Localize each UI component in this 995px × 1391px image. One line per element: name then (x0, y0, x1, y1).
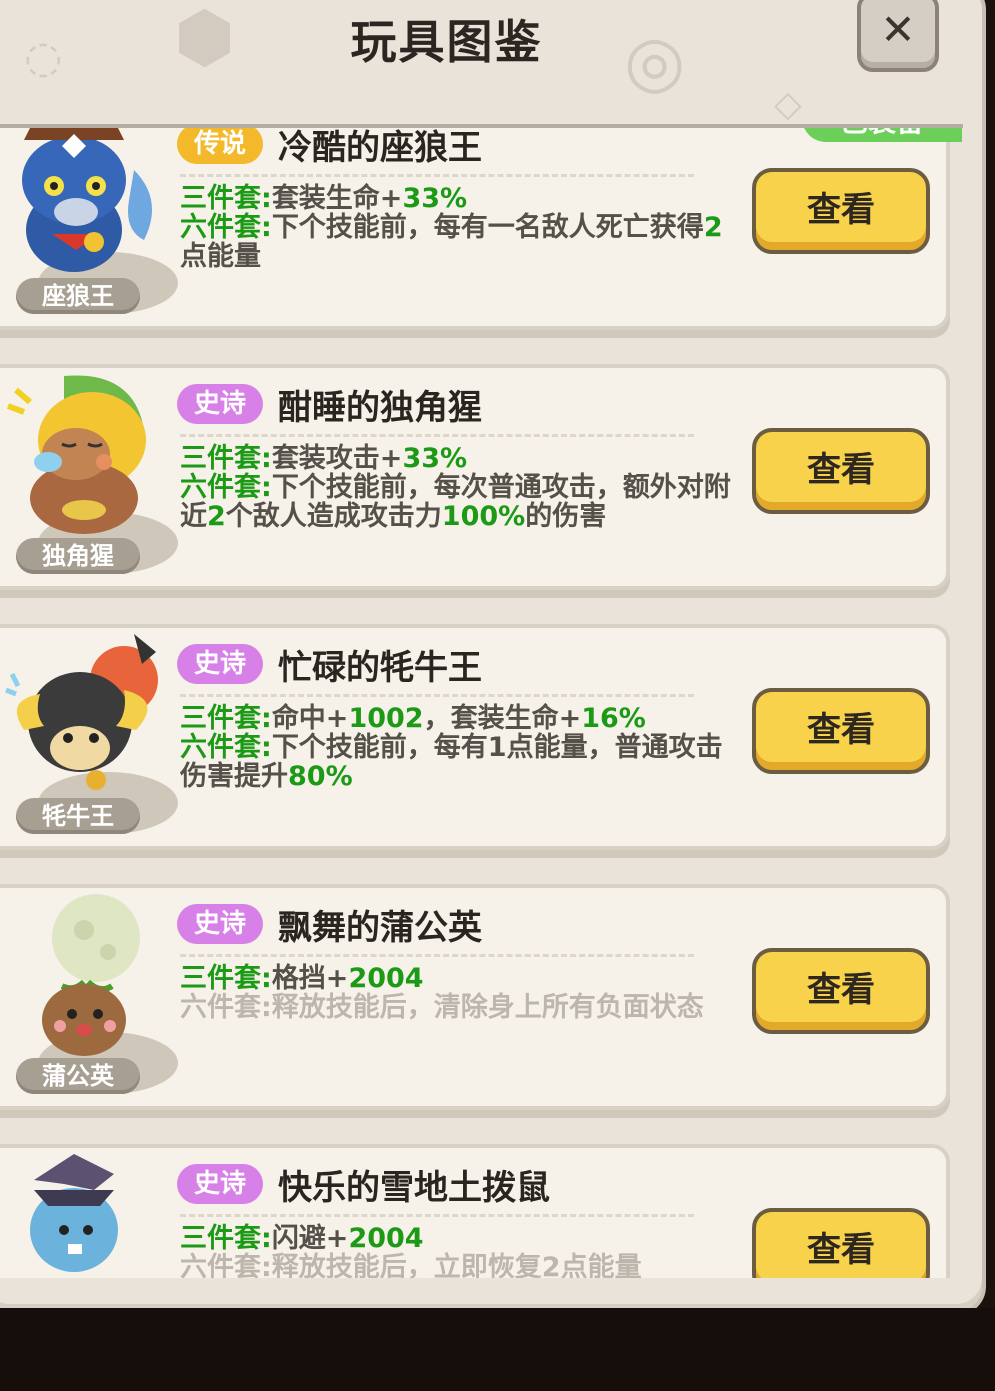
divider (180, 694, 694, 697)
divider (180, 954, 694, 957)
rarity-badge: 传说 (177, 128, 263, 164)
dandelion-icon (42, 894, 140, 1056)
view-button[interactable]: 查看 (752, 1208, 930, 1278)
set-bonus-text: 三件套:套装生命+33% 六件套:下个技能前，每有一名敌人死亡获得2 点能量 (180, 183, 723, 272)
toy-name-plate: 独角猩 (16, 538, 140, 574)
toy-name-plate: 蒲公英 (16, 1058, 140, 1094)
toy-card: 牦牛王 史诗 忙碌的牦牛王 三件套:命中+1002，套装生命+16% 六件套:下… (0, 624, 950, 850)
toy-avatar: 牦牛王 (4, 630, 178, 834)
toy-list[interactable]: 座狼王 传说 冷酷的座狼王 三件套:套装生命+33% 六件套:下个技能前，每有一… (0, 124, 963, 1278)
rarity-badge: 史诗 (177, 384, 263, 424)
rarity-badge: 史诗 (177, 904, 263, 944)
toy-name-plate: 座狼王 (16, 278, 140, 314)
wolf-king-icon (22, 128, 152, 272)
toy-name: 酣睡的独角猩 (278, 388, 482, 428)
toy-name: 快乐的雪地土拨鼠 (278, 1168, 550, 1208)
toy-name-plate: 牦牛王 (16, 798, 140, 834)
toy-card: 史诗 快乐的雪地土拨鼠 三件套:闪避+2004 六件套:释放技能后，立即恢复2点… (0, 1144, 950, 1278)
equipped-badge: 已装备 (802, 128, 962, 142)
toy-avatar: 座狼王 (4, 128, 178, 314)
yak-king-icon (5, 634, 158, 790)
toy-card: 独角猩 史诗 酣睡的独角猩 三件套:套装攻击+33% 六件套:下个技能前，每次普… (0, 364, 950, 590)
toy-avatar: 独角猩 (4, 370, 178, 574)
paw-decoration: ◇ (774, 84, 802, 125)
bottom-background (0, 1308, 995, 1391)
rarity-badge: 史诗 (177, 1164, 263, 1204)
view-button[interactable]: 查看 (752, 428, 930, 514)
toy-avatar (4, 1150, 164, 1278)
toy-avatar: 蒲公英 (4, 890, 178, 1094)
toy-name: 飘舞的蒲公英 (278, 908, 482, 948)
set-bonus-text: 三件套:格挡+2004 六件套:释放技能后，清除身上所有负面状态 (180, 963, 704, 1023)
rarity-badge: 史诗 (177, 644, 263, 684)
divider (180, 174, 694, 177)
toy-name: 忙碌的牦牛王 (278, 648, 482, 688)
set-bonus-text: 三件套:闪避+2004 六件套:释放技能后，立即恢复2点能量 (180, 1223, 642, 1278)
view-button[interactable]: 查看 (752, 688, 930, 774)
groundhog-icon (30, 1154, 118, 1272)
page-title: 玩具图鉴 (350, 15, 543, 69)
divider (180, 1214, 694, 1217)
view-button[interactable]: 查看 (752, 168, 930, 254)
toy-card: 座狼王 传说 冷酷的座狼王 三件套:套装生命+33% 六件套:下个技能前，每有一… (0, 128, 962, 330)
set-bonus-text: 三件套:命中+1002，套装生命+16% 六件套:下个技能前，每有1点能量，普通… (180, 703, 723, 792)
set-bonus-text: 三件套:套装攻击+33% 六件套:下个技能前，每次普通攻击，额外对附 近2个敌人… (180, 443, 731, 532)
sleeping-ape-icon (6, 375, 146, 534)
toy-name: 冷酷的座狼王 (278, 128, 482, 168)
toy-card: 蒲公英 史诗 飘舞的蒲公英 三件套:格挡+2004 六件套:释放技能后，清除身上… (0, 884, 950, 1110)
divider (180, 434, 694, 437)
view-button[interactable]: 查看 (752, 948, 930, 1034)
close-icon: ✕ (880, 5, 916, 54)
close-button[interactable]: ✕ (857, 0, 939, 72)
